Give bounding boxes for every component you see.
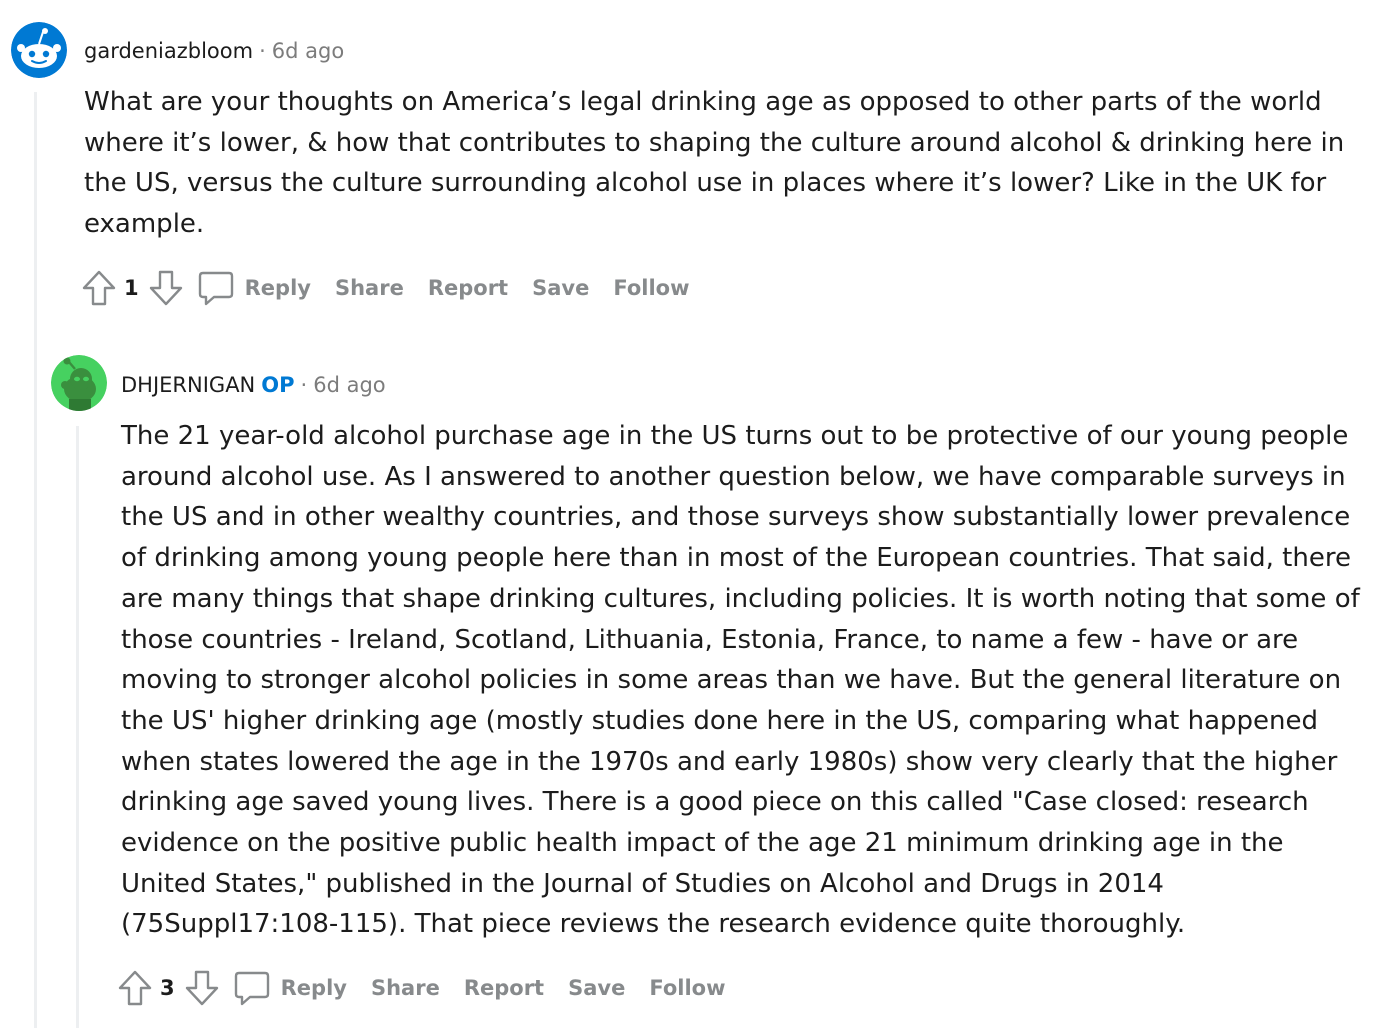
vote-score: 3	[160, 976, 175, 1000]
comment-actions: 3 Reply Share Report Save Follow	[116, 968, 750, 1008]
op-badge: OP	[261, 373, 295, 397]
reply-button[interactable]: Reply	[233, 969, 347, 1007]
downvote-icon	[185, 970, 218, 1006]
comment-body: The 21 year-old alcohol purchase age in …	[121, 421, 1360, 940]
follow-button[interactable]: Follow	[613, 276, 689, 300]
vote-score: 1	[124, 276, 139, 300]
report-button[interactable]: Report	[464, 976, 544, 1000]
share-button[interactable]: Share	[335, 276, 404, 300]
author-name[interactable]: gardeniazbloom	[84, 39, 253, 63]
thread-line-reply[interactable]	[76, 426, 79, 1028]
reply-label: Reply	[280, 976, 347, 1000]
comment-meta: DHJERNIGAN OP · 6d ago	[121, 371, 386, 399]
reply-label: Reply	[244, 276, 311, 300]
snoo-avatar-icon	[51, 355, 107, 411]
save-button[interactable]: Save	[568, 976, 625, 1000]
upvote-icon	[82, 270, 116, 306]
timestamp[interactable]: 6d ago	[272, 39, 344, 63]
timestamp[interactable]: 6d ago	[313, 373, 385, 397]
comment-meta: gardeniazbloom · 6d ago	[84, 37, 344, 65]
snoo-avatar-icon	[11, 22, 67, 78]
author-name[interactable]: DHJERNIGAN	[121, 373, 255, 397]
downvote-button[interactable]	[183, 968, 221, 1008]
follow-button[interactable]: Follow	[649, 976, 725, 1000]
downvote-button[interactable]	[147, 268, 185, 308]
upvote-button[interactable]	[80, 268, 118, 308]
meta-separator: ·	[259, 39, 266, 63]
avatar[interactable]	[51, 355, 107, 411]
save-button[interactable]: Save	[532, 276, 589, 300]
thread-line-root[interactable]	[34, 92, 37, 1028]
report-button[interactable]: Report	[428, 276, 508, 300]
avatar[interactable]	[11, 22, 67, 78]
comment-bubble-icon	[234, 971, 269, 1006]
reply-button[interactable]: Reply	[197, 269, 311, 307]
share-button[interactable]: Share	[371, 976, 440, 1000]
comment-actions: 1 Reply Share Report Save Follow	[80, 268, 714, 308]
comment-bubble-icon	[198, 271, 233, 306]
comment-body: What are your thoughts on America’s lega…	[84, 87, 1345, 240]
downvote-icon	[149, 270, 182, 306]
upvote-button[interactable]	[116, 968, 154, 1008]
upvote-icon	[118, 970, 152, 1006]
meta-separator: ·	[300, 373, 308, 397]
